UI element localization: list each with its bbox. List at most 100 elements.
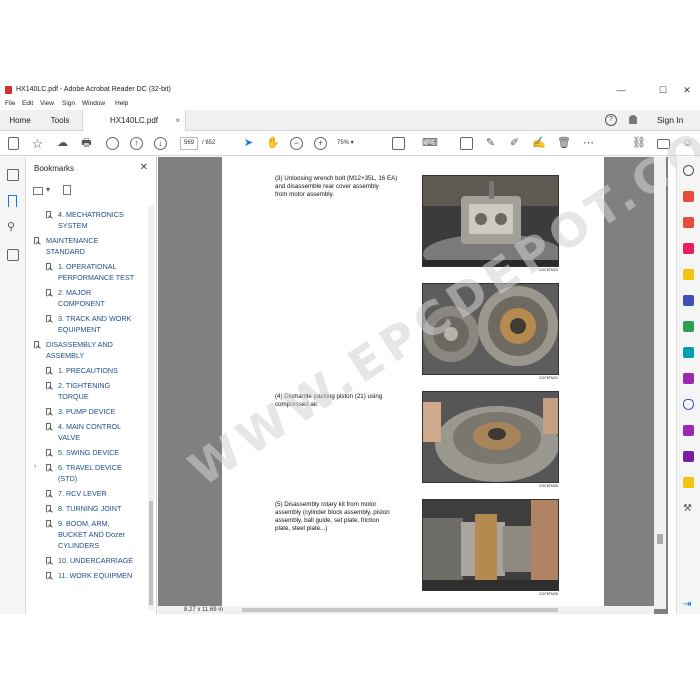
keyboard-icon[interactable]: ⌨ xyxy=(422,137,438,150)
menu-file[interactable]: File xyxy=(5,100,15,107)
tab-close-icon[interactable]: × xyxy=(175,110,180,131)
photo-rotary-kit xyxy=(422,499,559,591)
fill-sign-icon[interactable]: ✍ xyxy=(532,137,546,150)
menu-edit[interactable]: Edit xyxy=(22,100,33,107)
bookmark-item[interactable]: 8. TURNING JOINT xyxy=(27,503,147,514)
request-signature-icon[interactable] xyxy=(683,425,694,436)
bookmark-star-icon[interactable]: ☆ xyxy=(31,137,44,150)
page-number-input[interactable]: 569 xyxy=(180,137,198,150)
zoom-out-icon[interactable]: − xyxy=(290,137,303,150)
close-bookmarks-icon[interactable]: ✕ xyxy=(140,162,148,173)
tab-bar: Home Tools HX140LC.pdf × ? Sign In xyxy=(0,110,700,131)
collapse-caret-icon[interactable]: ⌄ xyxy=(27,236,28,244)
zoom-in-icon[interactable]: + xyxy=(314,137,327,150)
tab-home[interactable]: Home xyxy=(0,110,40,131)
bookmarks-scrollbar[interactable] xyxy=(148,205,154,611)
notification-bell-icon[interactable] xyxy=(629,115,637,124)
menu-help[interactable]: Help xyxy=(115,100,128,107)
bookmark-label: CYLINDERS xyxy=(58,541,100,550)
comment-tool-icon[interactable] xyxy=(683,269,694,280)
layers-icon[interactable] xyxy=(7,249,19,261)
bookmark-item[interactable]: ⌄ MAINTENANCE STANDARD xyxy=(27,235,147,257)
help-icon[interactable]: ? xyxy=(605,114,617,126)
bookmark-item[interactable]: › 6. TRAVEL DEVICE (STD) xyxy=(27,462,147,484)
tab-tools[interactable]: Tools xyxy=(40,110,80,131)
toolbar: ☆ ☁ 🖶 ↑ ↓ 569 / 652 ➤ ✋ − + 75% ▾ ⌨ ✎ ✐ … xyxy=(0,131,700,156)
bookmarks-scroll-thumb[interactable] xyxy=(149,501,153,605)
step-5-line-1: (5) Disassembly rotary kit from motor xyxy=(275,501,377,508)
more-tools-wrench-icon[interactable]: ⚒ xyxy=(683,503,694,514)
fill-sign-tool-icon[interactable] xyxy=(683,373,694,384)
bookmark-label: 4. MECHATRONICS xyxy=(58,210,124,219)
zoom-level-select[interactable]: 75% ▾ xyxy=(337,137,365,150)
stamp-icon[interactable] xyxy=(683,477,694,488)
bookmark-item[interactable]: 1. OPERATIONAL PERFORMANCE TEST xyxy=(27,261,147,283)
draw-icon[interactable]: ✐ xyxy=(508,137,521,150)
bookmark-item[interactable]: 10. UNDERCARRIAGE xyxy=(27,555,147,566)
options-dropdown-icon[interactable]: ▾ xyxy=(46,185,62,197)
step-5-line-2: assembly (cylinder block assembly, pisto… xyxy=(275,509,390,516)
select-cursor-icon[interactable]: ➤ xyxy=(242,137,255,150)
next-page-icon[interactable]: ↓ xyxy=(154,137,167,150)
highlight-pen-icon[interactable]: ✎ xyxy=(484,137,497,150)
protect-icon[interactable] xyxy=(683,347,694,358)
menu-window[interactable]: Window xyxy=(82,100,105,107)
maximize-button[interactable]: ☐ xyxy=(650,84,676,96)
bookmark-item[interactable]: 4. MAIN CONTROL VALVE xyxy=(27,421,147,443)
bookmark-item[interactable]: 5. SWING DEVICE xyxy=(27,447,147,458)
bookmark-item[interactable]: 3. TRACK AND WORK EQUIPMENT xyxy=(27,313,147,335)
page-fit-icon[interactable] xyxy=(392,137,405,150)
shield-icon[interactable] xyxy=(683,399,694,410)
menu-sign[interactable]: Sign xyxy=(62,100,75,107)
delete-icon[interactable]: 🗑 xyxy=(557,137,571,150)
bookmark-item[interactable]: ⌄ DISASSEMBLY AND ASSEMBLY xyxy=(27,339,147,361)
comment-icon[interactable] xyxy=(460,137,473,150)
close-window-button[interactable]: ✕ xyxy=(674,84,700,96)
zoom-tool-icon[interactable] xyxy=(683,165,694,176)
vertical-scrollbar[interactable] xyxy=(654,157,666,609)
document-viewer[interactable]: (3) Unloosing wrench bolt (M12×35L, 16 E… xyxy=(158,90,700,614)
send-track-icon[interactable] xyxy=(683,451,694,462)
share-link-icon[interactable]: ⛓ xyxy=(632,137,646,150)
bookmark-item[interactable]: 9. BOOM, ARM, BUCKET AND Dozer CYLINDERS xyxy=(27,518,147,551)
edit-pdf-icon[interactable] xyxy=(683,243,694,254)
more-tools-icon[interactable]: ⋯ xyxy=(582,137,595,150)
menu-view[interactable]: View xyxy=(40,100,54,107)
bookmark-label: STANDARD xyxy=(46,247,86,256)
bookmark-item[interactable]: 3. PUMP DEVICE xyxy=(27,406,147,417)
minimize-button[interactable]: — xyxy=(608,84,634,96)
upload-cloud-icon[interactable]: ☁ xyxy=(56,137,69,150)
export-pdf-icon[interactable] xyxy=(683,191,694,202)
organize-pages-icon[interactable] xyxy=(683,295,694,306)
collapse-caret-icon[interactable]: ⌄ xyxy=(27,340,28,348)
bookmark-label: DISASSEMBLY AND xyxy=(46,340,113,349)
vertical-scroll-thumb[interactable] xyxy=(657,534,663,544)
horizontal-scrollbar[interactable] xyxy=(158,606,654,614)
bookmark-item[interactable]: 4. MECHATRONICS SYSTEM xyxy=(27,209,147,231)
create-pdf-icon[interactable] xyxy=(8,137,19,150)
create-pdf-tool-icon[interactable] xyxy=(683,217,694,228)
hand-tool-icon[interactable]: ✋ xyxy=(266,137,280,150)
expand-panel-icon[interactable]: ⇥ xyxy=(683,599,694,610)
bookmark-item[interactable]: 7. RCV LEVER xyxy=(27,488,147,499)
print-icon[interactable]: 🖶 xyxy=(80,137,93,150)
attachment-icon[interactable]: ⚲ xyxy=(7,221,19,233)
bookmark-item[interactable]: 11. WORK EQUIPMEN xyxy=(27,570,147,581)
page-thumbnails-icon[interactable] xyxy=(7,169,19,181)
horizontal-scroll-thumb[interactable] xyxy=(242,608,558,612)
bookmarks-icon[interactable] xyxy=(8,195,17,207)
bookmark-list: SYSTEM4. MECHATRONICS SYSTEM ⌄ MAINTENANCE S… xyxy=(27,205,147,611)
scan-icon[interactable] xyxy=(683,321,694,332)
bookmark-item[interactable]: 2. MAJOR COMPONENT xyxy=(27,287,147,309)
bookmark-item[interactable]: 2. TIGHTENING TORQUE xyxy=(27,380,147,402)
bookmark-item[interactable]: 1. PRECAUTIONS xyxy=(27,365,147,376)
search-icon[interactable] xyxy=(106,137,119,150)
tab-document[interactable]: HX140LC.pdf × xyxy=(82,110,186,131)
menu-bar: File Edit View Sign Window Help xyxy=(0,98,700,110)
bookmarks-panel: Bookmarks ✕ ▾ SYSTEM 4. MECHATRONICSSYSTE… xyxy=(27,157,157,614)
new-bookmark-icon[interactable] xyxy=(63,185,71,195)
bookmark-flag-icon xyxy=(46,572,51,579)
bookmark-options-icon[interactable] xyxy=(33,187,43,195)
expand-caret-icon[interactable]: › xyxy=(34,463,36,470)
previous-page-icon[interactable]: ↑ xyxy=(130,137,143,150)
